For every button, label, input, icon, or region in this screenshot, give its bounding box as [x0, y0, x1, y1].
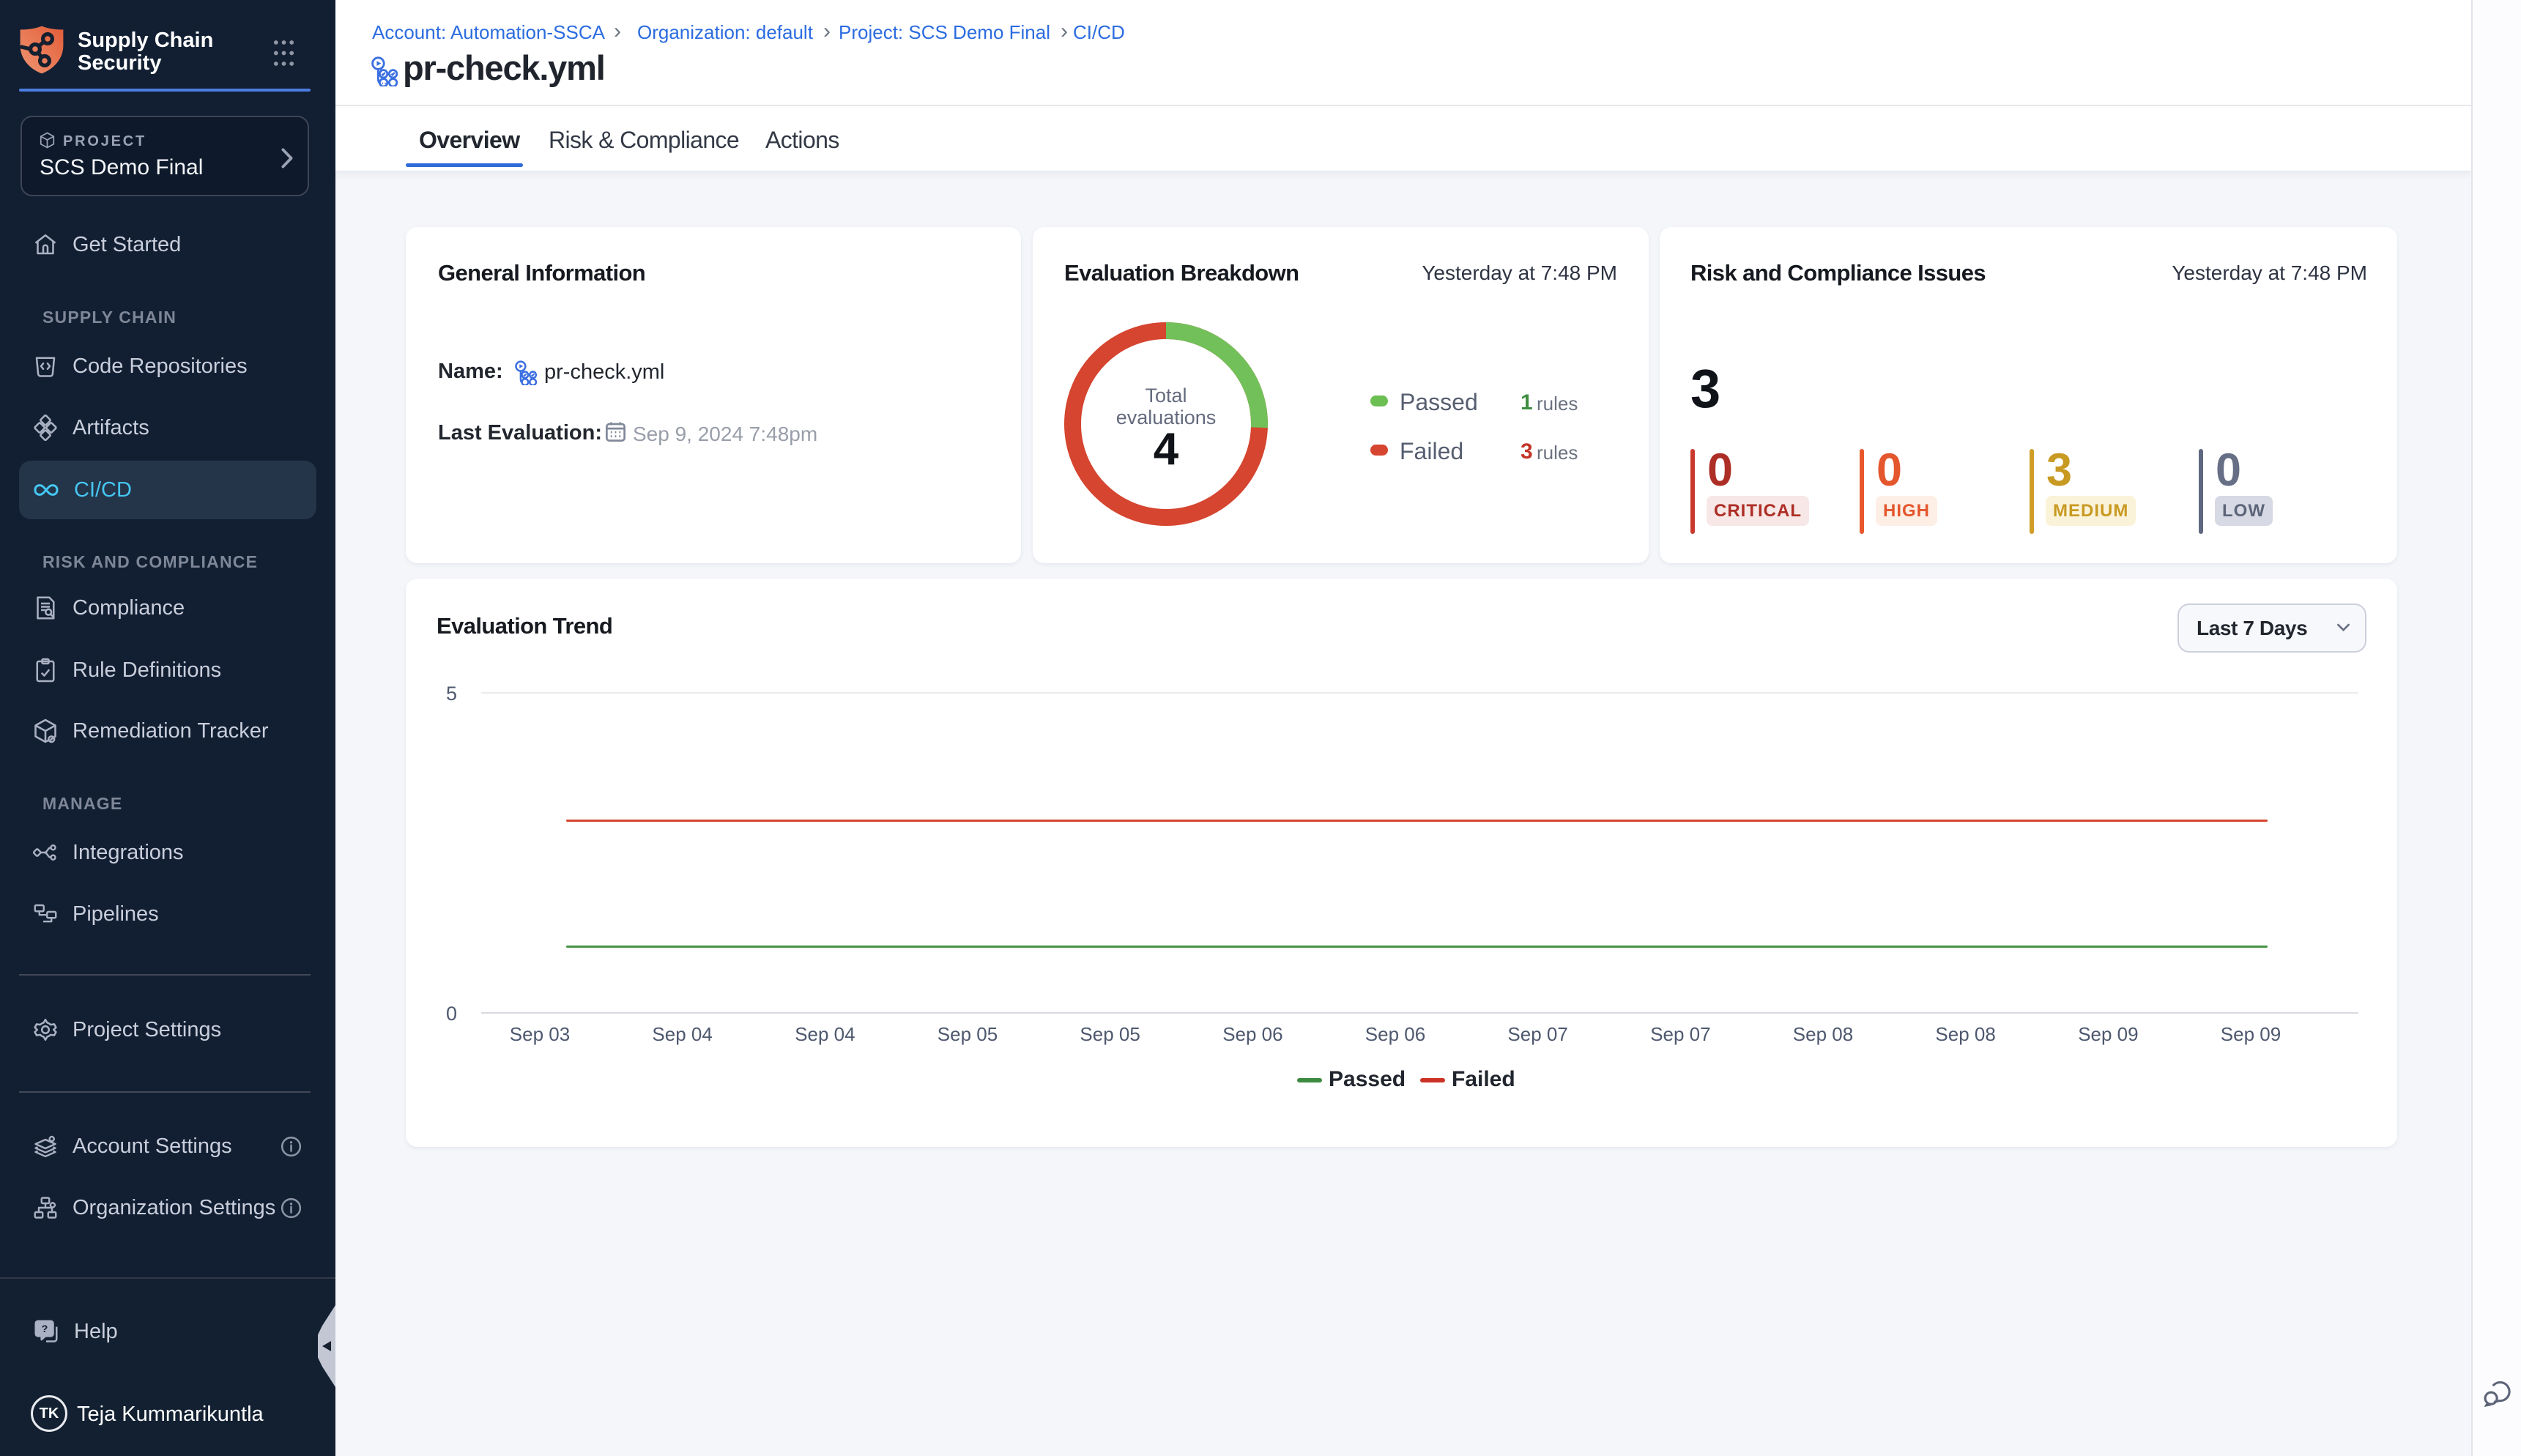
- svg-text:?: ?: [42, 1323, 48, 1335]
